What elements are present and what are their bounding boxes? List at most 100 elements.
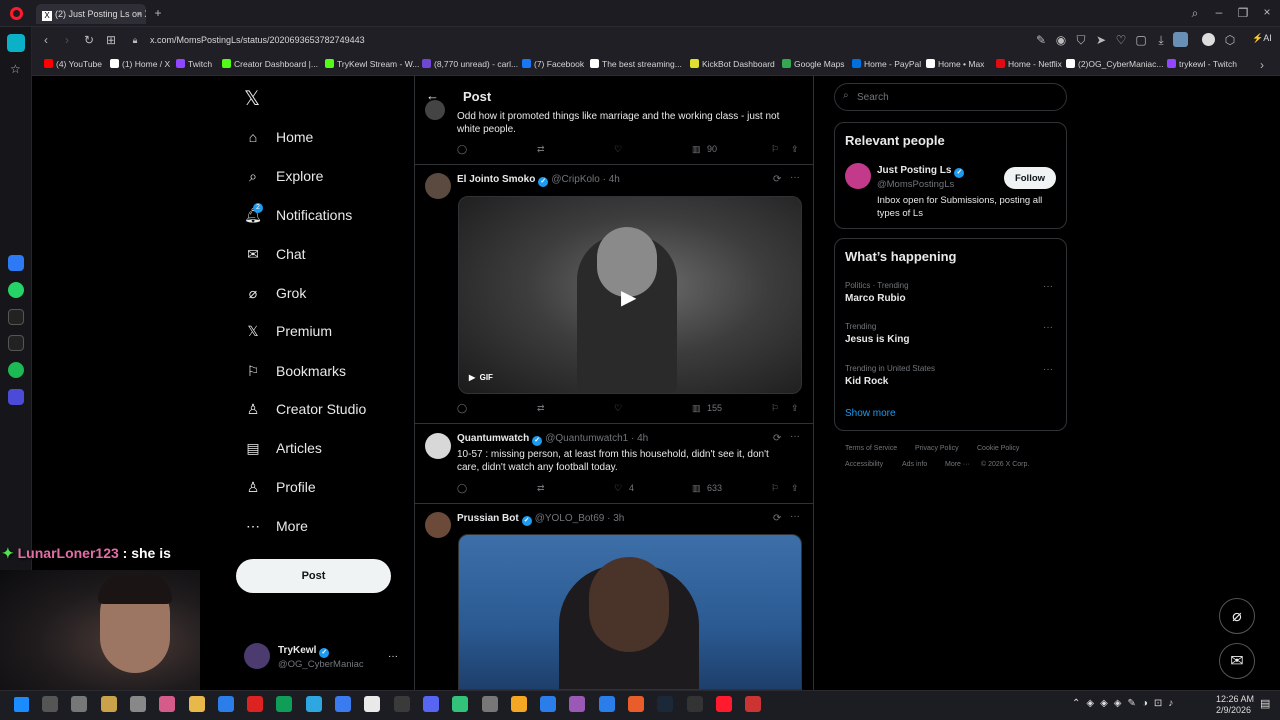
close-tab-icon[interactable]: × [137,4,142,24]
more-icon[interactable]: ··· [1043,364,1053,375]
search-tabs-icon[interactable]: ⌕ [1188,6,1202,20]
bookmark-item[interactable]: (7) Facebook [522,59,584,69]
footer-link[interactable]: Terms of Service [845,445,897,452]
profile-avatar-icon[interactable] [1173,32,1188,47]
player-icon[interactable] [8,389,24,405]
taskbar-app-icon[interactable] [510,696,527,712]
bookmark-item[interactable]: Google Maps [782,59,845,69]
like-icon[interactable]: ♡ [614,144,622,155]
taskbar-app-icon[interactable] [452,696,469,712]
taskbar-capture-icon[interactable] [393,696,410,712]
gif-media[interactable]: ▶ ▶ GIF [458,196,802,394]
favorite-icon[interactable]: ♡ [1114,33,1128,47]
bookmark-item[interactable]: KickBot Dashboard [690,59,775,69]
author-name[interactable]: Prussian Bot [457,513,519,524]
taskbar-discord-icon[interactable] [422,696,439,712]
send-icon[interactable]: ➤ [1094,33,1108,47]
taskbar-notes-icon[interactable] [364,696,381,712]
taskbar-app-icon[interactable] [481,696,498,712]
more-icon[interactable]: ··· [1043,322,1053,333]
taskbar-files-icon[interactable] [129,696,146,712]
reply-icon[interactable]: ◯ [457,403,467,414]
footer-link[interactable]: Accessibility [845,461,883,468]
cube-icon[interactable]: ⬡ [1223,33,1237,47]
bookmark-item[interactable]: (2)OG_CyberManiac... [1066,59,1164,69]
bookmark-item[interactable]: (8,770 unread) - carl... [422,59,518,69]
download-icon[interactable]: ⤓ [1154,33,1168,47]
taskbar-chrome-icon[interactable] [276,696,293,712]
address-bar[interactable]: x.com/MomsPostingLs/status/2020693653782… [150,35,365,45]
search-input[interactable]: Search [857,92,889,103]
messages-button[interactable]: ✉ [1219,643,1255,679]
taskbar-app-icon[interactable] [745,696,762,712]
trend-title[interactable]: Marco Rubio [845,293,906,304]
video-media[interactable] [458,534,802,690]
tabs-grid-icon[interactable]: ⊞ [104,33,118,47]
nav-item-more[interactable]: ⋯ More [244,515,308,537]
taskbar-media-icon[interactable] [335,696,351,712]
footer-link[interactable]: Cookie Policy [977,445,1019,452]
person-name[interactable]: Just Posting Ls [877,165,951,176]
spotify-icon[interactable] [8,362,24,378]
grok-icon[interactable]: ⟳ [773,174,781,185]
bookmark-item[interactable]: trykewl - Twitch [1167,59,1237,69]
avatar[interactable] [425,100,445,120]
camera-icon[interactable]: ◉ [1054,33,1068,47]
new-tab-icon[interactable]: + [151,6,165,20]
forward-icon[interactable]: › [60,33,74,47]
bookmark-item[interactable]: TryKewl Stream - W... [325,59,419,69]
nav-item-explore[interactable]: ⌕ Explore [244,165,323,187]
bookmark-icon[interactable]: ⚐ [771,144,779,155]
search-box[interactable]: ⌕ Search [834,83,1067,111]
bookmark-item[interactable]: Home • Max [926,59,984,69]
avatar[interactable] [425,512,451,538]
bookmark-item[interactable]: The best streaming... [590,59,682,69]
views-icon[interactable]: ▥ [692,483,701,494]
show-more-link[interactable]: Show more [845,408,896,419]
nav-item-grok[interactable]: ⌀ Grok [244,282,307,304]
minimize-icon[interactable]: – [1212,5,1226,19]
like-icon[interactable]: ♡ [614,483,622,494]
footer-link[interactable]: Ads info [902,461,927,468]
views-icon[interactable]: ▥ [692,403,701,414]
follow-button[interactable]: Follow [1004,167,1056,189]
footer-link[interactable]: Privacy Policy [915,445,959,452]
more-icon[interactable]: ··· [790,172,800,183]
box-icon[interactable]: ▢ [1134,33,1148,47]
avatar[interactable] [425,173,451,199]
avatar[interactable] [845,163,871,189]
footer-link[interactable]: More ··· [945,461,970,468]
avatar[interactable] [425,433,451,459]
nav-item-bookmarks[interactable]: ⚐ Bookmarks [244,360,346,382]
taskbar-app-icon[interactable] [247,696,264,712]
reply-icon[interactable]: ◯ [457,483,467,494]
x-logo[interactable]: 𝕏 [244,86,260,111]
repost-icon[interactable]: ⇄ [537,483,545,494]
post-button[interactable]: Post [236,559,391,593]
clock-date[interactable]: 2/9/2026 [1216,705,1251,715]
grok-icon[interactable]: ⟳ [773,433,781,444]
share-icon[interactable]: ⇪ [791,403,799,414]
share-icon[interactable]: ⇪ [791,144,799,155]
like-icon[interactable]: ♡ [614,403,622,414]
x-sidebar-icon[interactable] [8,335,24,351]
bookmarks-more-icon[interactable]: › [1255,58,1269,72]
author-name[interactable]: El Jointo Smoko [457,174,535,185]
ai-button[interactable]: ⚡AI [1252,33,1272,44]
notification-center-icon[interactable]: ▤ [1260,697,1270,710]
trend-title[interactable]: Kid Rock [845,376,888,387]
bookmark-icon[interactable]: ⚐ [771,483,779,494]
tiktok-icon[interactable] [8,309,24,325]
s-extension-icon[interactable] [1202,33,1215,46]
edit-icon[interactable]: ✎ [1034,33,1048,47]
taskbar-task-view-icon[interactable] [71,696,88,712]
repost-icon[interactable]: ⇄ [537,403,545,414]
clock-time[interactable]: 12:26 AM [1216,694,1254,704]
repost-icon[interactable]: ⇄ [537,144,545,155]
whatsapp-icon[interactable] [8,282,24,298]
bookmark-item[interactable]: (1) Home / X [110,59,170,69]
bookmark-item[interactable]: (4) YouTube [44,59,102,69]
taskbar-search-icon[interactable] [42,696,58,712]
shield-icon[interactable]: ⛉ [1074,33,1088,47]
trend-title[interactable]: Jesus is King [845,334,909,345]
